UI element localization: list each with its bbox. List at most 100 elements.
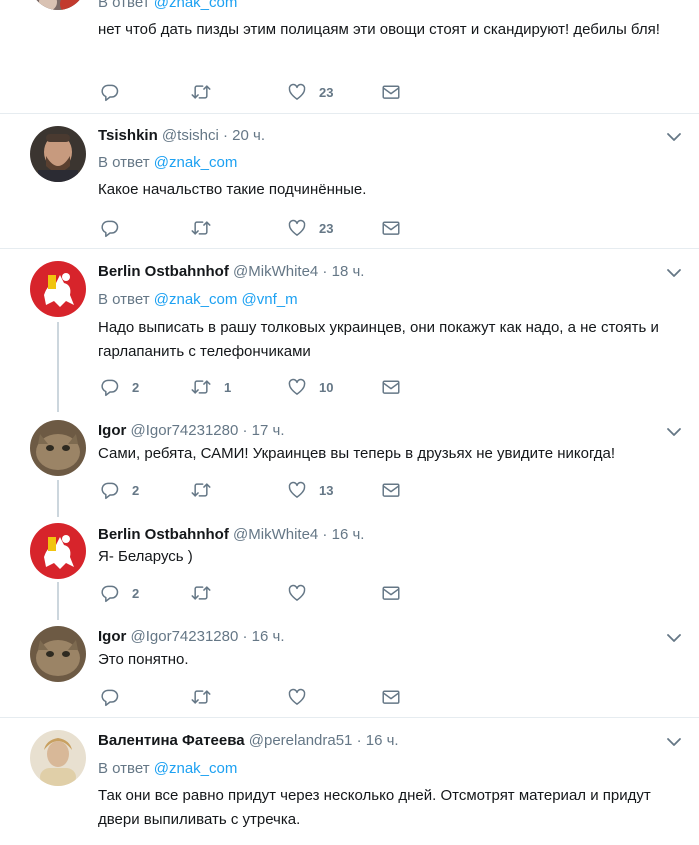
reply-icon	[100, 480, 120, 500]
reply-to: В ответ @znak_com	[98, 0, 237, 11]
user-handle[interactable]: @Igor74231280	[131, 628, 239, 645]
dm-button[interactable]	[381, 217, 401, 239]
reply-icon	[100, 82, 120, 102]
dm-button[interactable]	[381, 686, 401, 708]
user-handle[interactable]: @perelandra51	[249, 732, 353, 749]
user-handle[interactable]: @Igor74231280	[131, 422, 239, 439]
display-name[interactable]: Tsishkin	[98, 127, 158, 144]
dm-icon	[381, 584, 401, 602]
display-name[interactable]: Валентина Фатеева	[98, 732, 245, 749]
like-count: 23	[319, 84, 334, 100]
meta-dot: ·	[352, 732, 366, 749]
reply-button[interactable]	[100, 217, 120, 239]
reply-button[interactable]	[100, 81, 120, 103]
dm-button[interactable]	[381, 582, 401, 604]
reply-icon	[100, 687, 120, 707]
tweet-text: Так они все равно придут через несколько…	[98, 787, 651, 828]
user-handle[interactable]: @tsishci	[162, 127, 219, 144]
mention-link[interactable]: @znak_com	[154, 154, 238, 171]
like-button[interactable]	[287, 582, 307, 604]
dm-icon	[381, 83, 401, 101]
like-count: 23	[319, 220, 334, 236]
display-name[interactable]: Berlin Ostbahnhof	[98, 526, 229, 543]
like-button[interactable]: 10	[287, 376, 333, 398]
chevron-down-icon[interactable]	[664, 130, 684, 144]
chevron-down-icon[interactable]	[664, 266, 684, 280]
mention-link[interactable]: @znak_com	[154, 291, 238, 308]
tweet[interactable]: Igor @Igor74231280 · 17 ч. Сами, ребята,…	[0, 412, 699, 515]
dm-icon	[381, 481, 401, 499]
dm-icon	[381, 378, 401, 396]
like-icon	[287, 583, 307, 603]
reply-to: В ответ @znak_com	[98, 760, 238, 777]
tweet-header: Tsishkin @tsishci · 20 ч.	[98, 127, 265, 144]
retweet-button[interactable]	[190, 686, 212, 708]
timestamp[interactable]: 16 ч.	[332, 526, 365, 543]
user-handle[interactable]: @MikWhite4	[233, 526, 318, 543]
display-name[interactable]: Igor	[98, 422, 126, 439]
retweet-icon	[190, 377, 212, 397]
retweet-icon	[190, 218, 212, 238]
display-name[interactable]: Igor	[98, 628, 126, 645]
chevron-down-icon[interactable]	[664, 631, 684, 645]
display-name[interactable]: Berlin Ostbahnhof	[98, 263, 229, 280]
retweet-button[interactable]	[190, 81, 212, 103]
avatar[interactable]	[30, 420, 86, 476]
tweet-header: Igor @Igor74231280 · 17 ч.	[98, 422, 285, 439]
timestamp[interactable]: 18 ч.	[332, 263, 365, 280]
tweet[interactable]: Berlin Ostbahnhof @MikWhite4 · 18 ч. В о…	[0, 249, 699, 412]
like-button[interactable]	[287, 686, 307, 708]
retweet-button[interactable]	[190, 582, 212, 604]
dm-icon	[381, 688, 401, 706]
dm-button[interactable]	[381, 479, 401, 501]
retweet-icon	[190, 82, 212, 102]
reply-button[interactable]: 2	[100, 376, 139, 398]
avatar[interactable]	[30, 126, 86, 182]
timestamp[interactable]: 17 ч.	[252, 422, 285, 439]
meta-dot: ·	[238, 628, 252, 645]
tweet-text: нет чтоб дать пизды этим полицаям эти ов…	[98, 21, 660, 38]
like-icon	[287, 218, 307, 238]
timestamp[interactable]: 16 ч.	[366, 732, 399, 749]
like-button[interactable]: 23	[287, 217, 333, 239]
tweet[interactable]: В ответ @znak_com нет чтоб дать пизды эт…	[0, 0, 699, 113]
avatar[interactable]	[30, 730, 86, 786]
like-icon	[287, 480, 307, 500]
retweet-button[interactable]	[190, 479, 212, 501]
retweet-button[interactable]: 1	[190, 376, 231, 398]
tweet-text: Надо выписать в рашу толковых украинцев,…	[98, 319, 659, 360]
chevron-down-icon[interactable]	[664, 425, 684, 439]
chevron-down-icon[interactable]	[664, 735, 684, 749]
avatar[interactable]	[30, 0, 86, 10]
tweet[interactable]: Tsishkin @tsishci · 20 ч. В ответ @znak_…	[0, 114, 699, 248]
mention-link[interactable]: @znak_com	[154, 760, 238, 777]
timestamp[interactable]: 16 ч.	[252, 628, 285, 645]
tweet-text: Это понятно.	[98, 651, 189, 668]
reply-icon	[100, 377, 120, 397]
mention-link[interactable]: @vnf_m	[242, 291, 298, 308]
like-button[interactable]: 13	[287, 479, 333, 501]
like-count: 13	[319, 482, 334, 498]
avatar[interactable]	[30, 523, 86, 579]
dm-button[interactable]	[381, 376, 401, 398]
tweet[interactable]: Igor @Igor74231280 · 16 ч. Это понятно.	[0, 619, 699, 717]
tweet-header: Berlin Ostbahnhof @MikWhite4 · 16 ч.	[98, 526, 364, 543]
like-button[interactable]: 23	[287, 81, 333, 103]
avatar[interactable]	[30, 261, 86, 317]
reply-button[interactable]	[100, 686, 120, 708]
like-icon	[287, 82, 307, 102]
reply-button[interactable]: 2	[100, 479, 139, 501]
dm-button[interactable]	[381, 81, 401, 103]
user-handle[interactable]: @MikWhite4	[233, 263, 318, 280]
avatar[interactable]	[30, 626, 86, 682]
timestamp[interactable]: 20 ч.	[232, 127, 265, 144]
reply-button[interactable]: 2	[100, 582, 139, 604]
tweet-header: Igor @Igor74231280 · 16 ч.	[98, 628, 285, 645]
reply-icon	[100, 218, 120, 238]
retweet-count: 1	[224, 379, 232, 395]
tweet[interactable]: Berlin Ostbahnhof @MikWhite4 · 16 ч. Я- …	[0, 515, 699, 619]
retweet-button[interactable]	[190, 217, 212, 239]
mention-link[interactable]: @znak_com	[154, 0, 238, 11]
tweet-header: Валентина Фатеева @perelandra51 · 16 ч.	[98, 732, 399, 749]
tweet[interactable]: Валентина Фатеева @perelandra51 · 16 ч. …	[0, 718, 699, 845]
